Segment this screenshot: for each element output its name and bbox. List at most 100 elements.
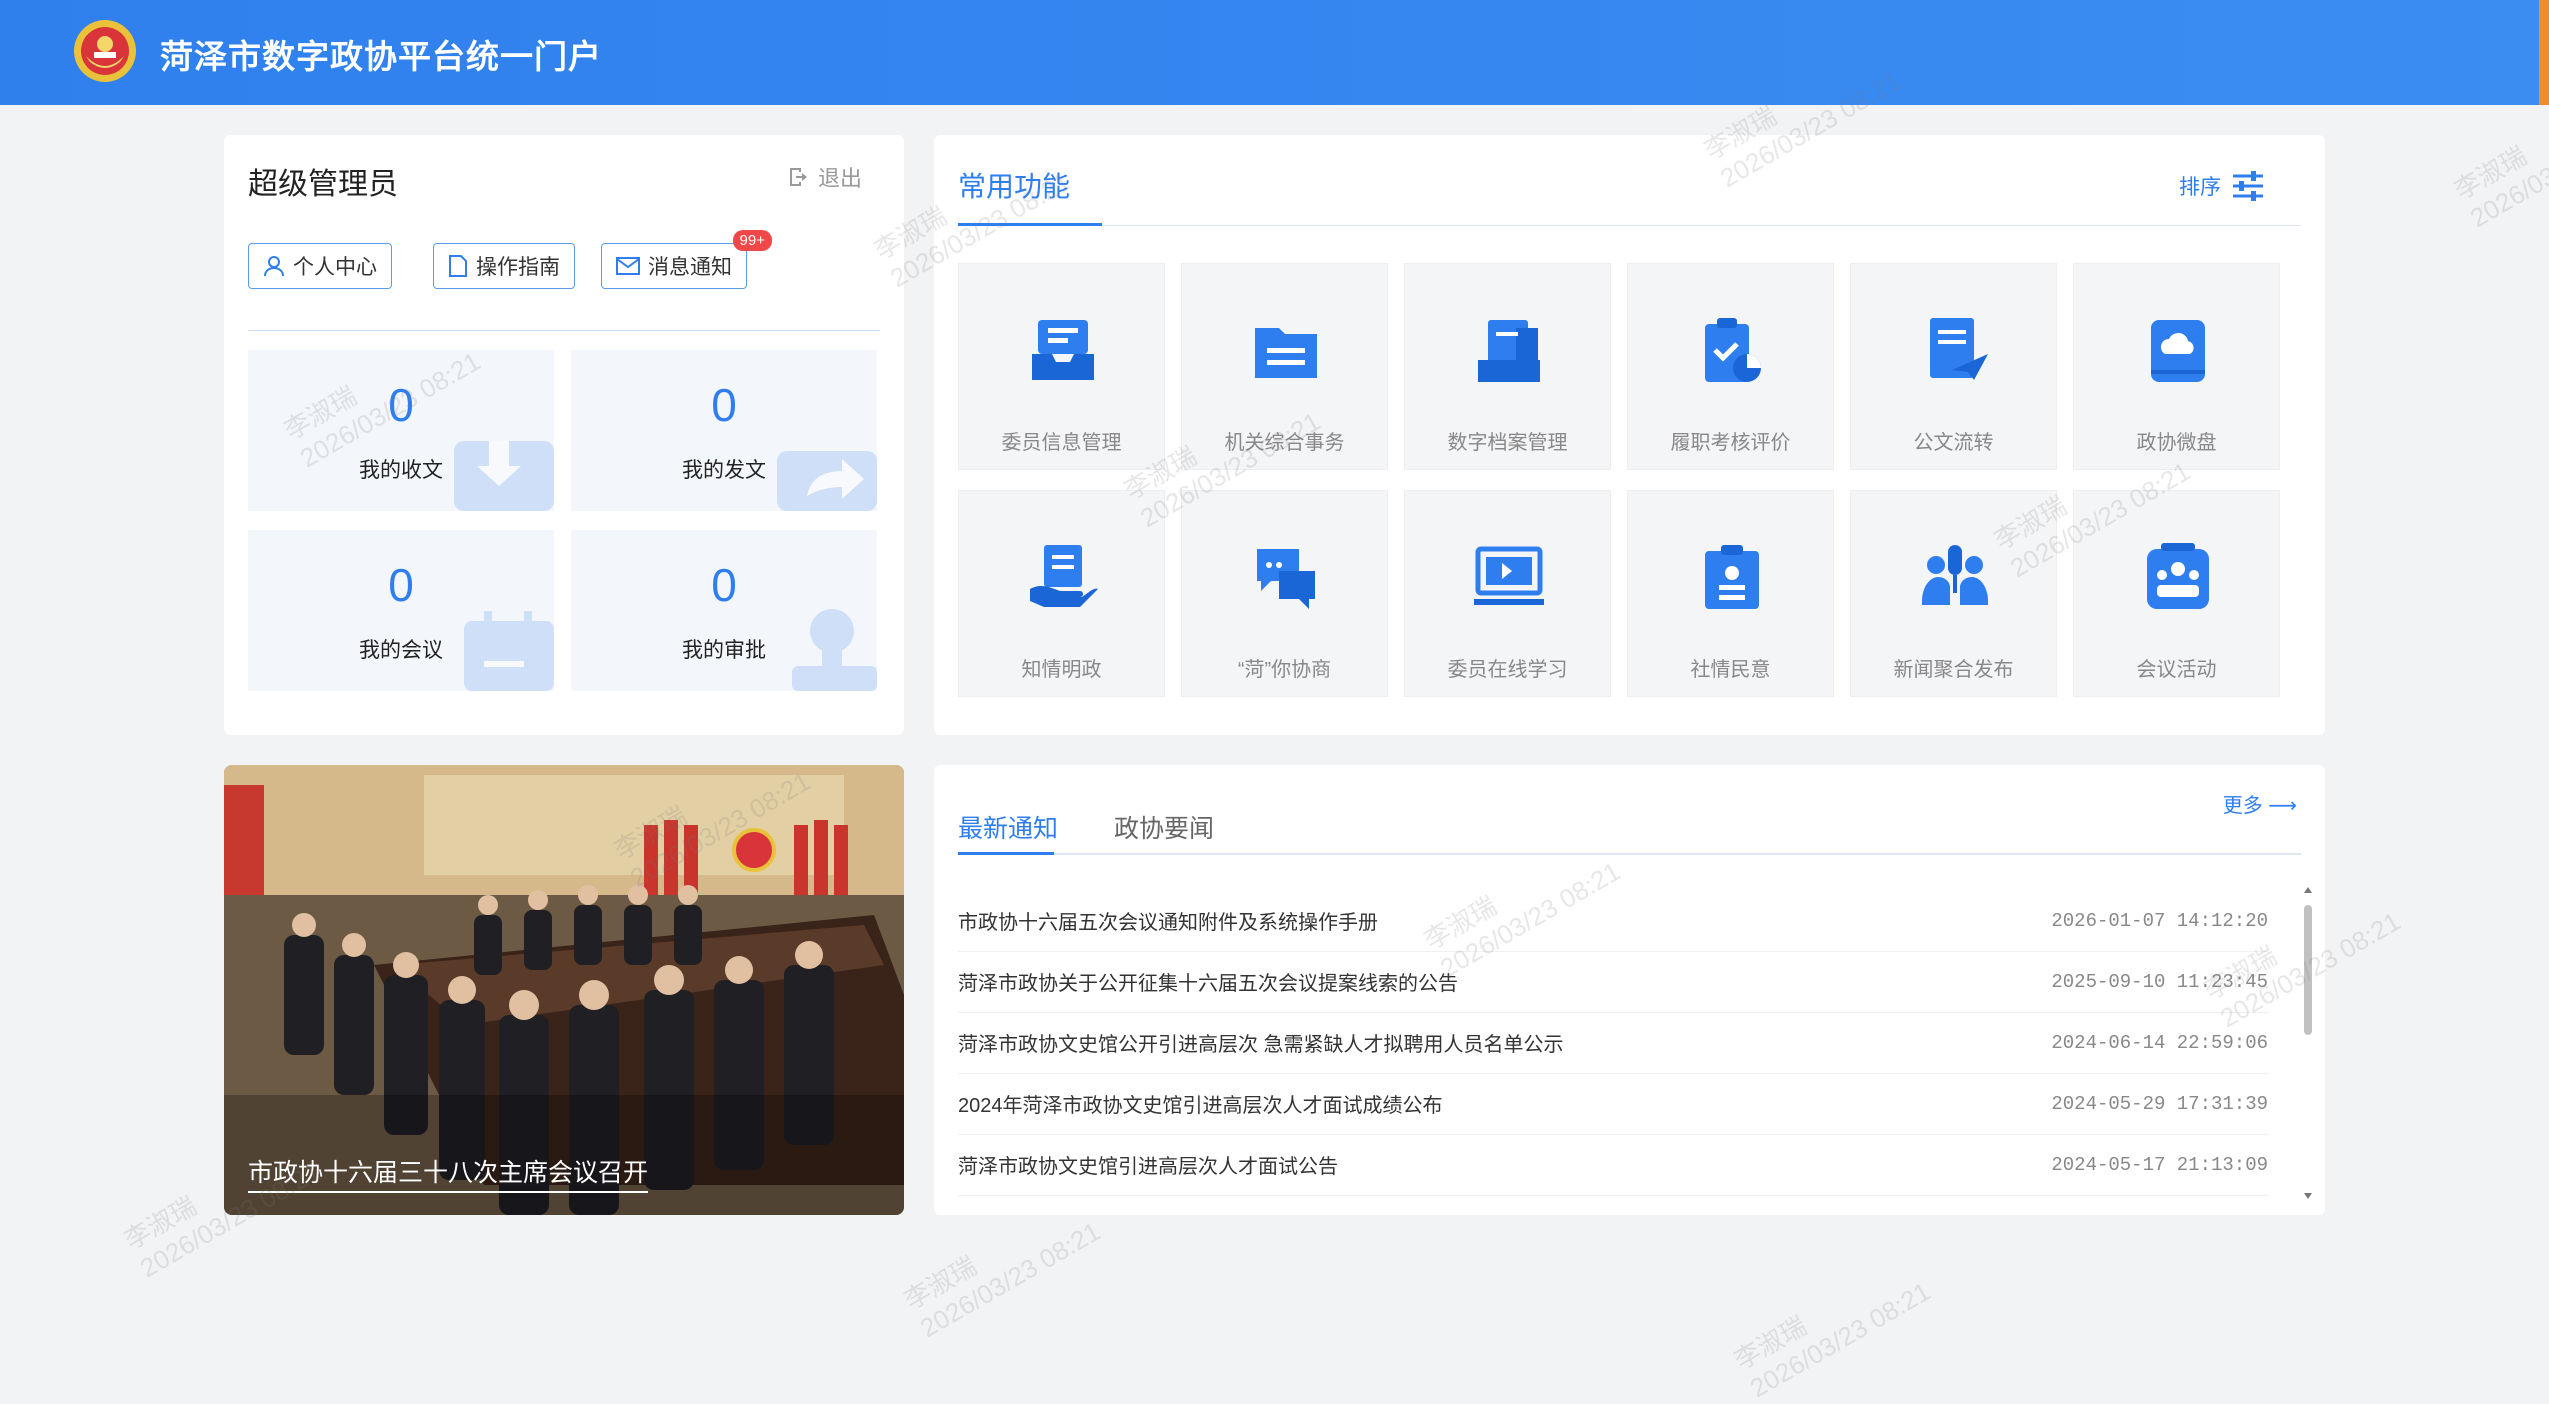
news-row[interactable]: 菏泽市政协文史馆引进高层次人才面试公告 2024-05-17 21:13:09	[958, 1134, 2268, 1196]
logout-label: 退出	[817, 166, 862, 191]
sort-button[interactable]: 排序	[2179, 169, 2265, 203]
online-learning-icon	[1474, 546, 1544, 605]
news-title[interactable]: 菏泽市政协文史馆公开引进高层次 急需紧缺人才拟聘用人员名单公示	[958, 1028, 1564, 1057]
news-title[interactable]: 菏泽市政协文史馆引进高层次人才面试公告	[958, 1150, 1338, 1179]
function-tile[interactable]: 会议活动	[2073, 490, 2280, 697]
watermark-time: 2026/03/23 08:21	[915, 1215, 1106, 1344]
function-tile[interactable]: 机关综合事务	[1181, 263, 1388, 470]
tab-cppcc-news[interactable]: 政协要闻	[1114, 809, 1214, 845]
news-date: 2025-09-10 11:23:45	[2051, 970, 2268, 993]
news-date: 2024-05-17 21:13:09	[2051, 1153, 2268, 1176]
functions-title[interactable]: 常用功能	[958, 165, 1070, 205]
folder-list-icon	[1255, 328, 1317, 378]
stat-meeting[interactable]: 0 我的会议	[248, 530, 554, 691]
header-accent	[2539, 0, 2549, 105]
function-tile[interactable]: 履职考核评价	[1627, 263, 1834, 470]
sliders-icon	[2233, 171, 2263, 201]
function-tile-label: 知情明政	[1021, 659, 1102, 681]
function-tile[interactable]: 政协微盘	[2073, 263, 2280, 470]
news-date: 2024-06-14 22:59:06	[2051, 1031, 2268, 1054]
function-tile-label: 履职考核评价	[1670, 432, 1791, 454]
function-tile[interactable]: “菏”你协商	[1181, 490, 1388, 697]
function-tile-label: 公文流转	[1913, 432, 1994, 454]
news-title[interactable]: 2024年菏泽市政协文史馆引进高层次人才面试成绩公布	[958, 1089, 1443, 1118]
function-tile-label: 机关综合事务	[1224, 432, 1345, 454]
news-title[interactable]: 菏泽市政协关于公开征集十六届五次会议提案线索的公告	[958, 967, 1458, 996]
news-scrollbar[interactable]	[2303, 885, 2313, 1199]
common-functions-panel: 常用功能 排序 委员信息管理 机关综合事务 数字档案管理 履职考核评价 公文流转 政协微盘…	[934, 135, 2325, 735]
news-row[interactable]: 市政协十六届五次会议通知附件及系统操作手册 2026-01-07 14:12:20	[958, 890, 2268, 952]
news-title[interactable]: 市政协十六届五次会议通知附件及系统操作手册	[958, 906, 1378, 935]
photo-caption[interactable]: 市政协十六届三十八次主席会议召开	[248, 1153, 649, 1193]
archive-icon	[1478, 320, 1540, 382]
function-tile[interactable]: 数字档案管理	[1404, 263, 1611, 470]
microphone-people-icon	[1922, 545, 1988, 605]
function-tile-label: 新闻聚合发布	[1893, 659, 2014, 681]
function-tile[interactable]: 公文流转	[1850, 263, 2057, 470]
news-tab-indicator	[958, 852, 1054, 855]
news-row[interactable]: 2024年菏泽市政协文史馆引进高层次人才面试成绩公布 2024-05-29 17:…	[958, 1073, 2268, 1135]
function-tile-label: 数字档案管理	[1447, 432, 1568, 454]
function-tile-label: 会议活动	[2136, 659, 2217, 681]
more-label: 更多	[2222, 795, 2263, 817]
document-icon	[449, 255, 467, 277]
function-tile[interactable]: 社情民意	[1627, 490, 1834, 697]
user-icon	[264, 256, 284, 277]
personal-center-button[interactable]: 个人中心	[248, 243, 392, 289]
watermark-time: 2026/03/23 08:21	[1745, 1275, 1936, 1404]
send-arrow-icon	[777, 451, 877, 511]
news-row[interactable]: 菏泽市政协文史馆公开引进高层次 急需紧缺人才拟聘用人员名单公示 2024-06-1…	[958, 1012, 2268, 1074]
function-tile[interactable]: 委员在线学习	[1404, 490, 1611, 697]
function-tile-label: 委员在线学习	[1447, 659, 1568, 681]
hand-document-icon	[1030, 545, 1098, 607]
meeting-photo	[224, 765, 904, 1215]
logout-button[interactable]: 退出	[786, 161, 862, 193]
watermark-text: 李淑瑞 2026/03/23 08:21	[1727, 1244, 1936, 1404]
inbox-download-icon	[454, 441, 554, 511]
chat-bubbles-icon	[1257, 549, 1315, 609]
news-date: 2026-01-07 14:12:20	[2051, 909, 2268, 932]
function-tile[interactable]: 新闻聚合发布	[1850, 490, 2057, 697]
stat-sent[interactable]: 0 我的发文	[571, 350, 877, 511]
watermark-user: 李淑瑞	[899, 1250, 982, 1316]
user-name: 超级管理员	[248, 168, 398, 201]
functions-tab-line	[958, 223, 2301, 226]
site-title: 菏泽市数字政协平台统一门户	[160, 38, 602, 75]
operation-guide-button[interactable]: 操作指南	[433, 243, 575, 289]
watermark-time: 2026/03/23 08:21	[2465, 142, 2549, 234]
scroll-thumb[interactable]	[2304, 905, 2312, 1035]
logout-icon	[789, 168, 807, 186]
stat-received[interactable]: 0 我的收文	[248, 350, 554, 511]
watermark-user: 李淑瑞	[2449, 140, 2532, 206]
message-notice-button[interactable]: 消息通知 99+	[601, 230, 772, 289]
document-send-icon	[1930, 318, 1988, 380]
arrow-right-icon: ⟶	[2268, 795, 2297, 817]
operation-guide-label: 操作指南	[476, 256, 560, 279]
news-photo-carousel[interactable]: 市政协十六届三十八次主席会议召开	[224, 765, 904, 1215]
news-tab-line	[958, 852, 2301, 855]
message-count-badge: 99+	[732, 230, 772, 251]
function-tile-label: 委员信息管理	[1001, 432, 1122, 454]
functions-tab-indicator	[958, 223, 1102, 226]
news-row[interactable]: 菏泽市政协关于公开征集十六届五次会议提案线索的公告 2025-09-10 11:2…	[958, 951, 2268, 1013]
stamp-icon	[792, 609, 877, 691]
watermark-user: 李淑瑞	[119, 1190, 202, 1256]
top-header-bar: 菏泽市数字政协平台统一门户	[0, 0, 2549, 105]
function-tile-label: 政协微盘	[2136, 432, 2217, 454]
mail-icon	[616, 257, 640, 275]
clipboard-chart-icon	[1705, 318, 1761, 382]
news-date: 2024-05-29 17:31:39	[2051, 1092, 2268, 1115]
calendar-icon	[464, 611, 554, 691]
watermark-user: 李淑瑞	[1729, 1310, 1812, 1376]
more-link[interactable]: 更多 ⟶	[2223, 789, 2297, 818]
personal-center-label: 个人中心	[293, 256, 377, 279]
function-tile[interactable]: 知情明政	[958, 490, 1165, 697]
stat-approval[interactable]: 0 我的审批	[571, 530, 877, 691]
scroll-up-icon	[2304, 887, 2312, 893]
function-tile[interactable]: 委员信息管理	[958, 263, 1165, 470]
function-tile-label: “菏”你协商	[1237, 659, 1332, 681]
function-tile-label: 社情民意	[1690, 659, 1771, 681]
tab-latest-notice[interactable]: 最新通知	[958, 809, 1058, 845]
news-panel: 最新通知 政协要闻 更多 ⟶ 市政协十六届五次会议通知附件及系统操作手册 2026…	[934, 765, 2325, 1215]
message-notice-label: 消息通知	[648, 256, 732, 279]
